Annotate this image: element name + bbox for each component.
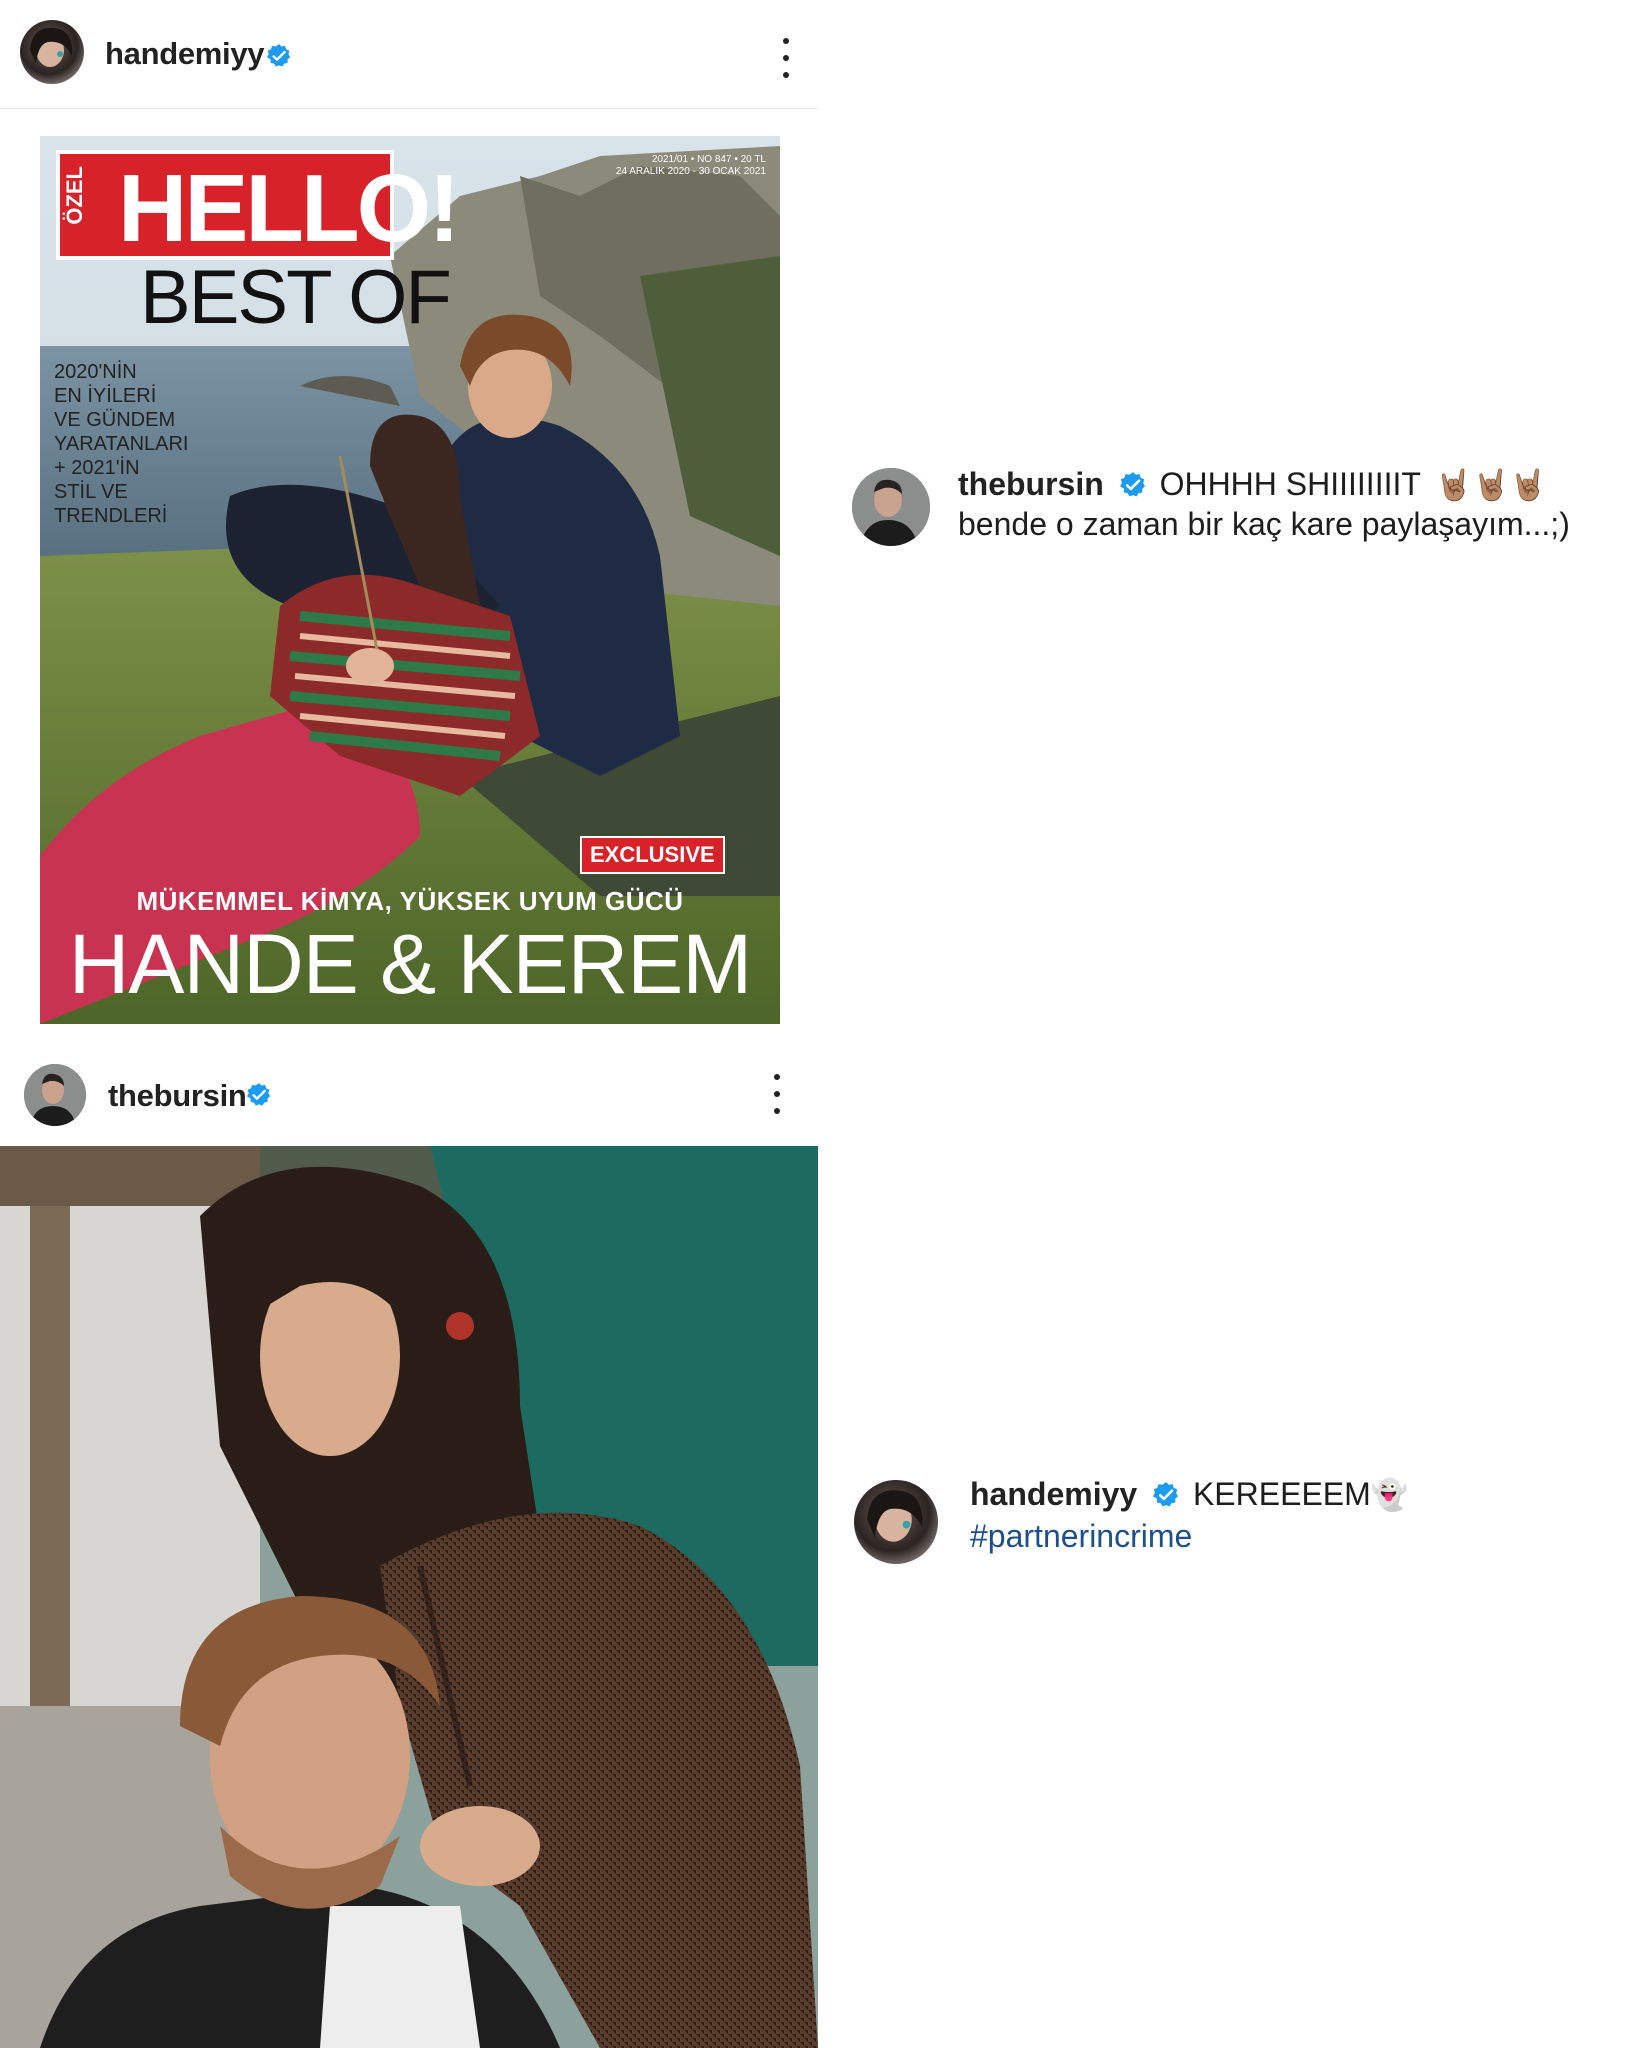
comment-line1: handemiyy KEREEEEM👻 (970, 1476, 1408, 1513)
couple-photo (0, 1146, 818, 2048)
avatar[interactable] (20, 20, 84, 84)
comment-username[interactable]: handemiyy (970, 1476, 1137, 1512)
comment-line2: bende o zaman bir kaç kare paylaşayım...… (958, 506, 1570, 542)
verified-badge-icon (1153, 1482, 1179, 1507)
avatar-photo-icon (24, 1064, 86, 1126)
comment-username[interactable]: thebursin (958, 466, 1104, 502)
more-options-icon[interactable] (771, 1074, 783, 1114)
avatar[interactable] (854, 1480, 938, 1564)
avatar-photo-icon (30, 27, 73, 67)
more-options-icon[interactable] (780, 38, 792, 78)
issue-line1: 2021/01 • NO 847 • 20 TL (651, 154, 766, 165)
issue-info: 2021/01 • NO 847 • 20 TL 24 ARALIK 2020 … (616, 154, 766, 178)
verified-badge-icon (246, 1083, 271, 1106)
avatar[interactable] (852, 468, 930, 546)
avatar-photo-icon (852, 468, 930, 546)
post-username[interactable]: handemiyy (105, 36, 265, 72)
post1-image[interactable]: ÖZEL HELLO! BEST OF 2021/01 • NO 847 • 2… (40, 136, 780, 1024)
best-of-title: BEST OF (140, 255, 452, 340)
ozel-label: ÖZEL (62, 166, 87, 225)
earring (446, 1312, 474, 1340)
post2-image[interactable] (0, 1146, 818, 2048)
hashtag-link[interactable]: #partnerincrime (970, 1518, 1192, 1555)
avatar[interactable] (24, 1064, 86, 1126)
cover-tagline: MÜKEMMEL KİMYA, YÜKSEK UYUM GÜCÜ (136, 886, 684, 916)
ghost-emoji: 👻 (1370, 1479, 1409, 1512)
comment-line1: thebursin OHHHH SHIIIIIIIIT 🤘🏽🤘🏽🤘🏽 (958, 466, 1547, 503)
divider (0, 108, 818, 109)
post-username[interactable]: thebursin (108, 1078, 247, 1114)
verified-badge-icon (1119, 472, 1145, 497)
verified-badge-icon (266, 44, 291, 67)
comment-text: OHHHH SHIIIIIIIIT (1159, 466, 1421, 502)
cover-side-text: 2020'NİN EN İYİLERİ VE GÜNDEM YARATANLAR… (54, 361, 189, 527)
hello-logo: ÖZEL HELLO! (56, 150, 460, 262)
avatar-photo-icon (867, 1490, 923, 1542)
hello-brand: HELLO! (118, 155, 460, 262)
exclusive-badge: EXCLUSIVE (580, 836, 725, 874)
cover-headline: HANDE & KEREM (68, 917, 752, 1011)
issue-line2: 24 ARALIK 2020 - 30 OCAK 2021 (615, 166, 766, 177)
comment-text: KEREEEEM (1192, 1476, 1371, 1512)
rock-hand-emoji: 🤘🏽🤘🏽🤘🏽 (1435, 469, 1548, 502)
